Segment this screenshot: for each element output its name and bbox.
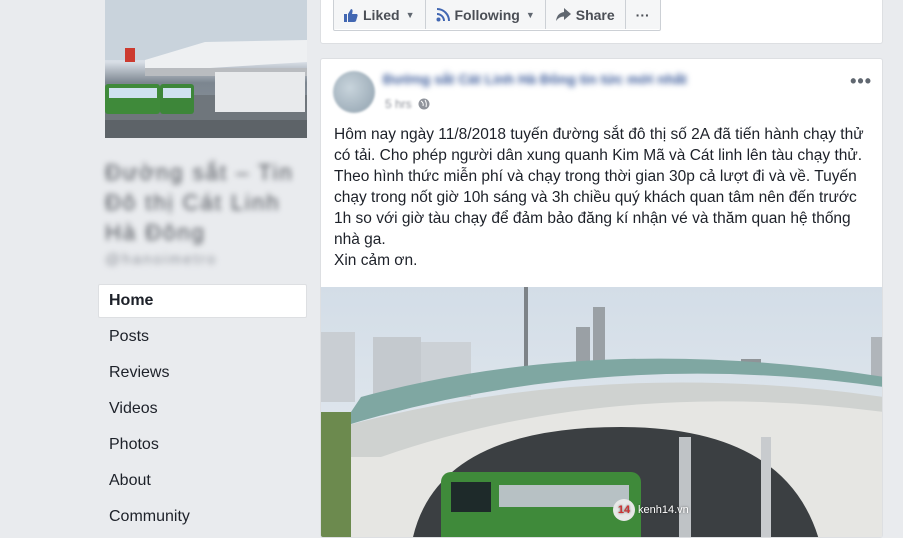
post-photo[interactable]: 14 kenh14.vn xyxy=(321,287,882,537)
chevron-down-icon: ▼ xyxy=(405,9,415,20)
chevron-down-icon: ▼ xyxy=(525,9,535,20)
page-name: Đường sắt – Tin Đô thị Cát Linh Hà Đông xyxy=(105,160,294,245)
share-arrow-icon xyxy=(555,8,571,21)
image-watermark: 14 kenh14.vn xyxy=(613,499,689,521)
post-meta: 5 hrs xyxy=(385,97,430,111)
page-handle: @hanoimetro xyxy=(105,251,218,268)
scrollbar[interactable] xyxy=(897,0,903,526)
author-avatar[interactable] xyxy=(333,71,375,113)
thumbs-up-icon xyxy=(344,8,358,22)
post-author-name[interactable]: Đường sắt Cát Linh Hà Đông tin tức mới n… xyxy=(383,71,773,91)
post-card: Đường sắt Cát Linh Hà Đông tin tức mới n… xyxy=(320,58,883,538)
following-button[interactable]: Following ▼ xyxy=(425,0,546,29)
share-button[interactable]: Share xyxy=(545,0,626,29)
nav-item-community[interactable]: Community xyxy=(98,499,307,534)
nav-item-posts[interactable]: Posts xyxy=(98,319,307,354)
nav-item-about[interactable]: About xyxy=(98,463,307,498)
post-body: Hôm nay ngày 11/8/2018 tuyến đường sắt đ… xyxy=(334,124,869,271)
post-paragraph: Xin cảm ơn. xyxy=(334,252,418,269)
globe-icon xyxy=(418,98,430,110)
rss-icon xyxy=(436,7,450,22)
cover-photo[interactable] xyxy=(105,0,307,138)
nav-item-home[interactable]: Home xyxy=(98,284,307,318)
page-name-blurred[interactable]: Đường sắt – Tin Đô thị Cát Linh Hà Đông … xyxy=(105,158,305,268)
post-timestamp[interactable]: 5 hrs xyxy=(385,97,412,111)
nav-item-reviews[interactable]: Reviews xyxy=(98,355,307,390)
action-buttons: Liked ▼ Following ▼ Share ··· xyxy=(333,0,661,31)
page-action-bar: Liked ▼ Following ▼ Share ··· xyxy=(320,0,883,44)
share-label: Share xyxy=(575,6,615,23)
watermark-text: kenh14.vn xyxy=(638,504,689,516)
post-paragraph: Hôm nay ngày 11/8/2018 tuyến đường sắt đ… xyxy=(334,126,864,248)
nav-item-photos[interactable]: Photos xyxy=(98,427,307,462)
liked-button[interactable]: Liked ▼ xyxy=(334,0,426,29)
following-label: Following xyxy=(454,6,520,23)
post-options-button[interactable]: ••• xyxy=(850,71,872,92)
more-options-button[interactable]: ··· xyxy=(625,0,660,29)
nav-item-videos[interactable]: Videos xyxy=(98,391,307,426)
page-nav: Home Posts Reviews Videos Photos About C… xyxy=(98,284,307,535)
liked-label: Liked xyxy=(363,6,400,23)
more-options-label: ··· xyxy=(635,6,650,23)
watermark-badge: 14 xyxy=(613,499,635,521)
